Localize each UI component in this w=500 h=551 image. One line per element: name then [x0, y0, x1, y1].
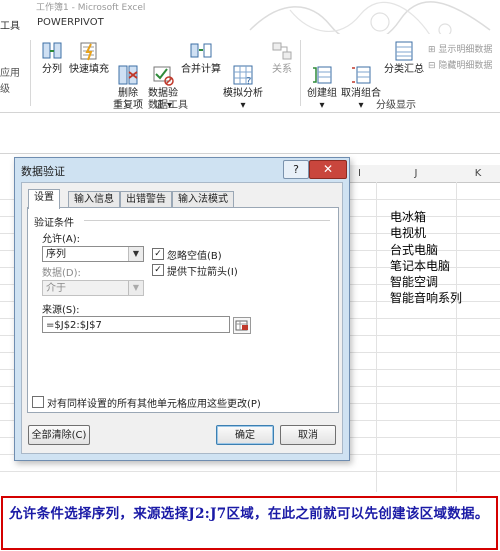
remove-duplicates-button[interactable]: 删除 重复项	[110, 40, 146, 112]
relationships-button[interactable]: 关系	[268, 40, 296, 76]
dialog-title: 数据验证	[21, 165, 65, 178]
button-label: 模拟分析 ▾	[223, 88, 263, 111]
help-button[interactable]: ?	[283, 160, 309, 179]
data-label: 数据(D):	[42, 268, 81, 279]
ribbon-separator	[300, 40, 301, 106]
tab-settings[interactable]: 设置	[28, 189, 60, 209]
ribbon: 应用 级 分列 快速填充 删除 重复项 数据验 证 ▾ 合并计算 ? 模拟分析 …	[0, 34, 500, 113]
cell-j7[interactable]: 智能音响系列	[390, 290, 462, 306]
what-if-analysis-button[interactable]: ? 模拟分析 ▾	[222, 40, 264, 112]
ribbon-partial-label: 应用	[0, 68, 20, 79]
flash-fill-icon	[78, 40, 100, 62]
button-label: 隐藏明细数据	[438, 61, 493, 71]
hide-detail-icon: ⊟	[428, 61, 439, 71]
ribbon-partial-label: 级	[0, 84, 10, 95]
outline-group-label: 分级显示	[376, 100, 416, 111]
ok-button[interactable]: 确定	[216, 425, 274, 445]
consolidate-icon	[190, 40, 212, 62]
remove-duplicates-icon	[117, 52, 139, 85]
caption-text: 允许条件选择序列，来源选择J2:J7区域，在此之前就可以先创建该区域数据。	[9, 506, 489, 522]
chevron-down-icon: ▼	[128, 247, 143, 261]
button-label: 快速填充	[69, 64, 109, 75]
svg-text:?: ?	[246, 76, 251, 86]
hide-detail-button[interactable]: ⊟ 隐藏明细数据	[428, 58, 492, 71]
cancel-button[interactable]: 取消	[280, 425, 336, 445]
data-validation-icon	[152, 52, 174, 86]
button-label: 取消组合 ▾	[341, 88, 381, 111]
cell-j6[interactable]: 智能空调	[390, 274, 438, 290]
allow-label: 允许(A):	[42, 234, 81, 245]
tab-input-message[interactable]: 输入信息	[68, 191, 120, 208]
button-label: 创建组 ▾	[307, 88, 337, 111]
button-label: 关系	[272, 64, 292, 75]
ignore-blank-checkbox[interactable]: ✓	[152, 248, 164, 260]
show-detail-button[interactable]: ⊞ 显示明细数据	[428, 42, 492, 55]
window-title: 工作簿1 - Microsoft Excel	[36, 3, 146, 13]
apply-to-all-label: 对有同样设置的所有其他单元格应用这些更改(P)	[47, 399, 261, 410]
ignore-blank-label: 忽略空值(B)	[167, 251, 222, 262]
group-button[interactable]: 创建组 ▾	[306, 40, 338, 112]
clear-all-button[interactable]: 全部清除(C)	[28, 425, 90, 445]
ribbon-tabs: 工具 POWERPIVOT	[0, 14, 500, 34]
consolidate-button[interactable]: 合并计算	[180, 40, 222, 76]
data-select[interactable]: 介于 ▼	[42, 280, 144, 296]
tab-tools[interactable]: 工具	[0, 17, 20, 32]
data-tools-group-label: 数据工具	[148, 100, 188, 111]
show-detail-icon: ⊞	[428, 45, 439, 55]
in-cell-dropdown-label: 提供下拉箭头(I)	[167, 267, 238, 278]
data-value: 介于	[46, 283, 66, 294]
close-button[interactable]: ✕	[309, 160, 347, 179]
subtotal-icon	[393, 40, 415, 62]
allow-value: 序列	[46, 249, 66, 260]
button-label: 分类汇总	[384, 64, 424, 75]
apply-to-all-checkbox[interactable]	[32, 396, 44, 408]
grid-line	[376, 182, 377, 492]
range-picker-icon	[235, 320, 248, 331]
relationships-icon	[271, 40, 293, 62]
ungroup-rows-icon	[350, 52, 372, 84]
settings-panel: 验证条件 允许(A): 序列 ▼ ✓ 忽略空值(B) ✓ 提供下拉箭头(I) 数…	[27, 207, 339, 413]
ribbon-separator	[30, 40, 31, 106]
flash-fill-button[interactable]: 快速填充	[68, 40, 110, 76]
cell-j5[interactable]: 笔记本电脑	[390, 258, 450, 274]
grid-line	[0, 471, 500, 472]
column-header-k[interactable]: K	[456, 165, 500, 183]
grid-line	[456, 182, 457, 492]
tab-powerpivot[interactable]: POWERPIVOT	[37, 17, 104, 28]
section-divider	[84, 220, 330, 221]
chevron-down-icon: ▼	[128, 281, 143, 295]
caption-box: 允许条件选择序列，来源选择J2:J7区域，在此之前就可以先创建该区域数据。	[1, 496, 498, 550]
button-label: 显示明细数据	[438, 45, 493, 55]
column-header-j[interactable]: J	[376, 165, 457, 183]
subtotal-button[interactable]: 分类汇总	[384, 40, 424, 76]
allow-select[interactable]: 序列 ▼	[42, 246, 144, 262]
group-rows-icon	[311, 52, 333, 84]
text-to-columns-icon	[41, 40, 63, 62]
tab-ime-mode[interactable]: 输入法模式	[172, 191, 234, 208]
validation-criteria-heading: 验证条件	[34, 218, 74, 229]
button-label: 合并计算	[181, 64, 221, 75]
text-to-columns-button[interactable]: 分列	[38, 40, 66, 76]
cell-j2[interactable]: 电冰箱	[390, 209, 426, 225]
source-input[interactable]: =$J$2:$J$7	[42, 316, 230, 333]
formula-area	[0, 113, 500, 154]
range-picker-button[interactable]	[233, 317, 251, 334]
data-validation-dialog: 数据验证 ? ✕ 设置 输入信息 出错警告 输入法模式 验证条件 允许(A): …	[14, 157, 350, 461]
dialog-body: 设置 输入信息 出错警告 输入法模式 验证条件 允许(A): 序列 ▼ ✓ 忽略…	[21, 182, 343, 454]
source-label: 来源(S):	[42, 305, 80, 316]
button-label: 删除 重复项	[113, 88, 143, 111]
tab-error-alert[interactable]: 出错警告	[120, 191, 172, 208]
what-if-analysis-icon: ?	[232, 52, 254, 87]
in-cell-dropdown-checkbox[interactable]: ✓	[152, 264, 164, 276]
cell-j4[interactable]: 台式电脑	[390, 242, 438, 258]
cell-j3[interactable]: 电视机	[390, 225, 426, 241]
button-label: 分列	[42, 64, 62, 75]
